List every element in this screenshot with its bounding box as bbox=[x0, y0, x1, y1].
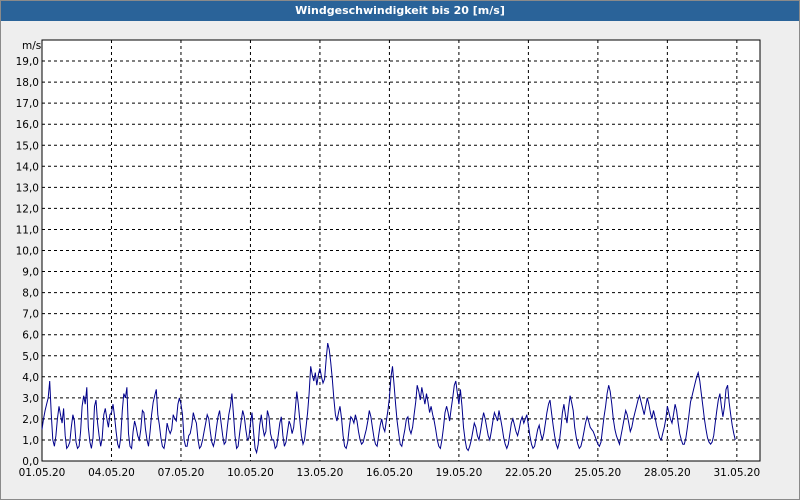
y-tick-label: 19,0 bbox=[16, 56, 39, 68]
x-tick-label: 16.05.20 bbox=[366, 467, 413, 479]
x-tick-label: 13.05.20 bbox=[297, 467, 344, 479]
y-tick-label: 10,0 bbox=[16, 246, 39, 258]
y-tick-label: 9,0 bbox=[22, 267, 39, 279]
y-tick-label: 7,0 bbox=[22, 309, 39, 321]
y-axis-unit-label: m/s bbox=[22, 40, 41, 52]
y-tick-label: 11,0 bbox=[16, 224, 39, 236]
y-tick-label: 17,0 bbox=[16, 98, 39, 110]
x-tick-label: 22.05.20 bbox=[505, 467, 552, 479]
x-tick-label: 31.05.20 bbox=[713, 467, 760, 479]
x-tick-label: 25.05.20 bbox=[574, 467, 621, 479]
x-tick-label: 19.05.20 bbox=[436, 467, 483, 479]
y-tick-label: 12,0 bbox=[16, 203, 39, 215]
y-tick-label: 5,0 bbox=[22, 351, 39, 363]
x-tick-label: 10.05.20 bbox=[227, 467, 274, 479]
y-tick-label: 3,0 bbox=[22, 393, 39, 405]
y-tick-label: 15,0 bbox=[16, 140, 39, 152]
plot-area bbox=[41, 39, 761, 462]
x-tick-label: 04.05.20 bbox=[88, 467, 135, 479]
x-tick-label: 01.05.20 bbox=[19, 467, 66, 479]
y-tick-label: 6,0 bbox=[22, 330, 39, 342]
y-tick-label: 16,0 bbox=[16, 119, 39, 131]
y-tick-label: 1,0 bbox=[22, 435, 39, 447]
y-axis-tick-labels: 0,01,02,03,04,05,06,07,08,09,010,011,012… bbox=[16, 56, 39, 468]
y-tick-label: 2,0 bbox=[22, 414, 39, 426]
y-tick-label: 18,0 bbox=[16, 77, 39, 89]
y-tick-label: 4,0 bbox=[22, 372, 39, 384]
x-tick-label: 28.05.20 bbox=[644, 467, 691, 479]
y-tick-label: 13,0 bbox=[16, 182, 39, 194]
x-axis-tick-labels: 01.05.20 04.05.20 07.05.20 10.05.20 13.05.20… bbox=[19, 467, 761, 479]
y-tick-label: 14,0 bbox=[16, 161, 39, 173]
y-tick-label: 8,0 bbox=[22, 288, 39, 300]
chart-canvas: 0,01,02,03,04,05,06,07,08,09,010,011,012… bbox=[16, 39, 761, 479]
x-tick-label: 07.05.20 bbox=[158, 467, 205, 479]
